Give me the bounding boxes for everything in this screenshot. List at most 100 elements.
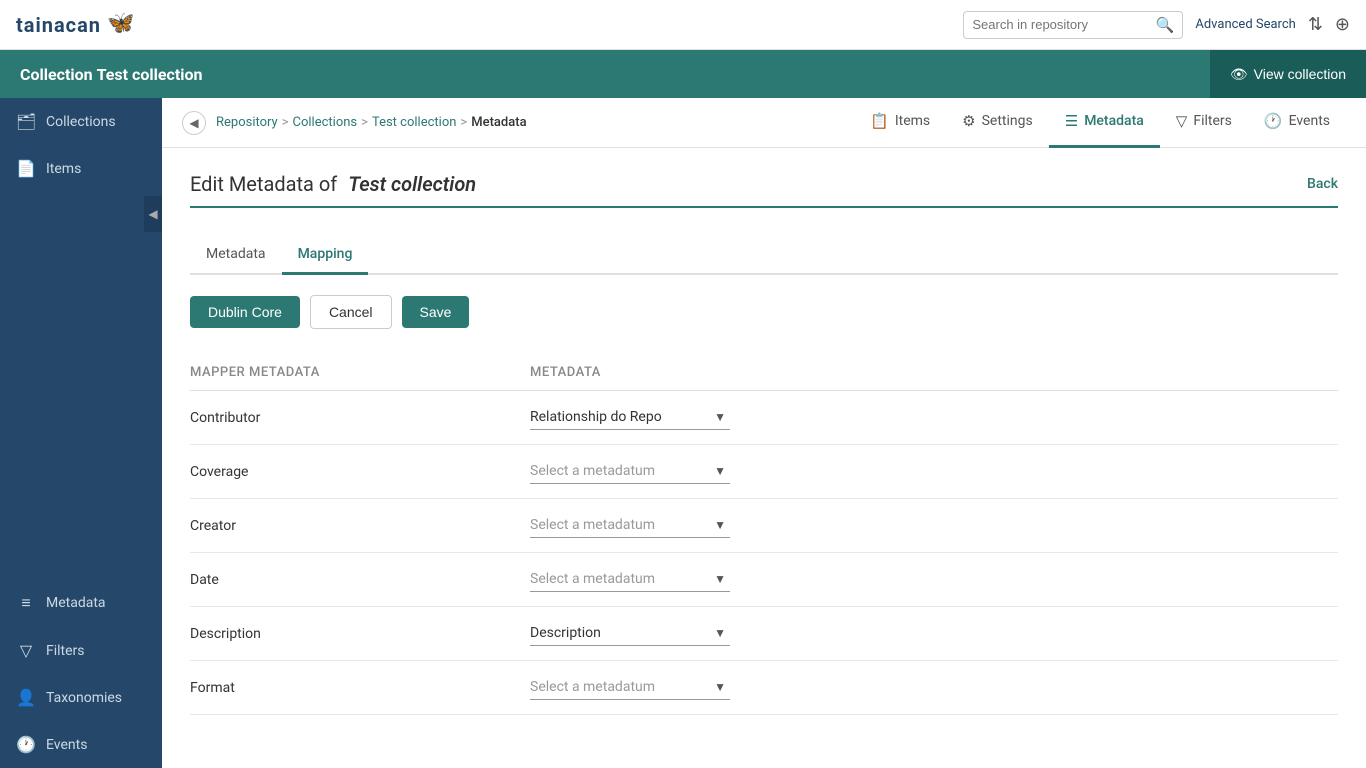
col-meta-header: Metadata [530,365,1338,380]
events-tab-icon: 🕐 [1264,112,1283,130]
select-control[interactable]: Select a metadatum▼ [530,513,730,538]
cancel-button[interactable]: Cancel [310,295,392,329]
breadcrumb-back-button[interactable]: ◀ [182,111,206,135]
sidebar-item-taxonomies[interactable]: 👤 Taxonomies [0,674,162,721]
mapper-name: Format [190,680,530,696]
select-control[interactable]: Select a metadatum ▼ [530,567,730,592]
col-mapper-header: Mapper Metadata [190,365,530,380]
chevron-down-icon: ▼ [714,410,726,424]
mapping-row: DescriptionDescription ▼ [190,607,1338,661]
nav-tab-events[interactable]: 🕐 Events [1248,98,1346,148]
items-icon: 📄 [16,159,36,178]
chevron-down-icon: ▼ [714,464,726,478]
mapping-row: FormatSelect a metadatum▼ [190,661,1338,715]
inner-tab-mapping-label: Mapping [298,246,353,262]
search-input[interactable] [972,17,1155,32]
filters-tab-icon: ▽ [1176,112,1188,130]
filters-tab-label: Filters [1193,113,1232,129]
nav-tab-settings[interactable]: ⚙ Settings [946,98,1049,148]
sidebar-metadata-label: Metadata [46,595,106,611]
sidebar-item-events[interactable]: 🕐 Events [0,721,162,768]
breadcrumb-current: Metadata [471,115,526,130]
sidebar-toggle-button[interactable]: ◀ [144,196,162,232]
logo-area: tainacan 🦋 [16,11,135,39]
nav-tab-filters[interactable]: ▽ Filters [1160,98,1248,148]
inner-tab-mapping[interactable]: Mapping [282,236,369,275]
sidebar-events-label: Events [46,737,87,753]
items-tab-label: Items [895,113,930,129]
select-value: Select a metadatum [530,571,655,587]
main-layout: 🗂 Collections 📄 Items ◀ ≡ Metadata ▽ Fil… [0,98,1366,768]
chevron-down-icon: ▼ [714,680,726,694]
select-value: Select a metadatum [530,517,655,533]
metadata-tab-label: Metadata [1084,113,1144,129]
breadcrumb-test-collection[interactable]: Test collection [372,115,456,130]
select-control[interactable]: Description ▼ [530,621,730,646]
meta-select: Select a metadatum ▼ [530,567,1338,592]
breadcrumb-repository[interactable]: Repository [216,115,278,130]
select-value: Select a metadatum [530,463,655,479]
mapping-row: CoverageSelect a metadatum▼ [190,445,1338,499]
sort-icon[interactable]: ⇅ [1308,14,1323,35]
inner-tabs: Metadata Mapping [190,236,1338,275]
sidebar-collections-label: Collections [46,114,116,130]
mapper-name: Date [190,572,530,588]
meta-select: Select a metadatum ▼ [530,459,1338,484]
view-collection-label: View collection [1254,66,1346,82]
collection-bar: Collection Test collection 👁 View collec… [0,50,1366,98]
sidebar-item-filters[interactable]: ▽ Filters [0,627,162,674]
search-button[interactable]: 🔍 [1156,16,1175,34]
sidebar-taxonomies-label: Taxonomies [46,690,122,706]
collections-icon: 🗂 [16,112,36,131]
nav-tab-metadata[interactable]: ☰ Metadata [1049,98,1160,148]
nav-tab-items[interactable]: 📋 Items [854,98,946,148]
breadcrumb-sep2: > [361,115,368,130]
inner-tab-metadata[interactable]: Metadata [190,236,282,275]
advanced-search-link[interactable]: Advanced Search [1195,17,1295,32]
logo-butterfly-icon: 🦋 [107,11,135,39]
breadcrumb-collections[interactable]: Collections [293,115,358,130]
chevron-down-icon: ▼ [714,572,726,586]
mapper-name: Description [190,626,530,642]
sidebar-item-collections[interactable]: 🗂 Collections [0,98,162,145]
metadata-icon: ≡ [16,593,36,613]
settings-tab-label: Settings [982,113,1033,129]
meta-select: Select a metadatum▼ [530,675,1338,700]
action-row: Dublin Core Cancel Save [190,295,1338,329]
view-collection-button[interactable]: 👁 View collection [1210,50,1366,98]
select-value: Relationship do Repo [530,409,662,425]
events-icon: 🕐 [16,735,36,754]
breadcrumb-sep3: > [460,115,467,130]
meta-select: Relationship do Repo ▼ [530,405,1338,430]
top-right: 🔍 Advanced Search ⇅ ⊕ [963,11,1350,39]
sidebar-item-items[interactable]: 📄 Items [0,145,162,192]
mapper-name: Contributor [190,410,530,426]
sidebar-item-metadata[interactable]: ≡ Metadata [0,579,162,627]
page-content: Edit Metadata of Test collection Back Me… [162,148,1366,768]
select-value: Description [530,625,601,641]
select-control[interactable]: Select a metadatum▼ [530,675,730,700]
events-tab-label: Events [1289,113,1330,129]
select-control[interactable]: Select a metadatum ▼ [530,459,730,484]
top-header: tainacan 🦋 🔍 Advanced Search ⇅ ⊕ [0,0,1366,50]
sidebar: 🗂 Collections 📄 Items ◀ ≡ Metadata ▽ Fil… [0,98,162,768]
mapping-row: ContributorRelationship do Repo ▼ [190,391,1338,445]
save-button[interactable]: Save [402,296,470,328]
back-link[interactable]: Back [1307,176,1338,192]
mapping-rows: ContributorRelationship do Repo▼Coverage… [190,391,1338,715]
page-title-row: Edit Metadata of Test collection Back [190,172,1338,208]
eye-icon: 👁 [1230,66,1248,83]
collection-name: Test collection [97,65,203,84]
dublin-core-button[interactable]: Dublin Core [190,296,300,328]
select-control[interactable]: Relationship do Repo ▼ [530,405,730,430]
mapping-row: CreatorSelect a metadatum▼ [190,499,1338,553]
mapping-header-row: Mapper Metadata Metadata [190,357,1338,391]
mapper-name: Creator [190,518,530,534]
content-header: ◀ Repository > Collections > Test collec… [162,98,1366,148]
filters-icon: ▽ [16,641,36,660]
chevron-down-icon: ▼ [714,626,726,640]
search-box[interactable]: 🔍 [963,11,1183,39]
breadcrumb: ◀ Repository > Collections > Test collec… [182,111,527,135]
page-collection-name: Test collection [348,172,476,196]
wordpress-icon[interactable]: ⊕ [1335,14,1350,35]
